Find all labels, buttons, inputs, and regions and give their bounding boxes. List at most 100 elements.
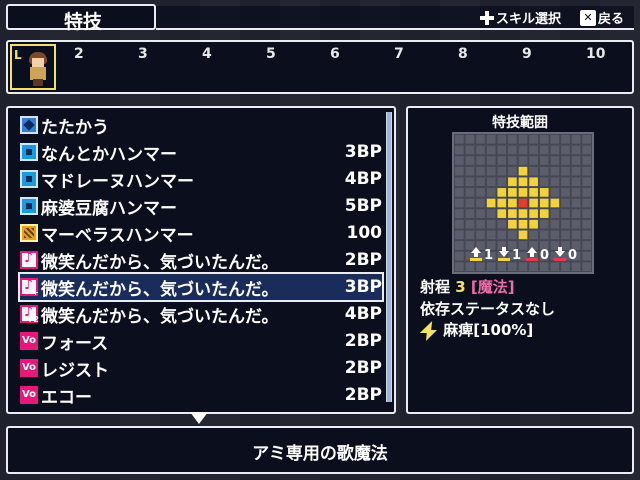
grid-cell [582,219,592,229]
grid-cell [561,188,570,197]
skill-cost: 5BP [344,196,382,216]
grid-cell [454,198,464,208]
grid-cell [486,145,496,155]
back-hint[interactable]: ✕ 戻る [580,8,624,27]
grid-cell [497,219,507,229]
grid-range-cell [518,188,528,197]
grid-cell [497,177,507,187]
grid-cell [582,134,592,144]
grid-cell [497,166,507,176]
skill-row[interactable]: たたかう [20,112,382,138]
range-label: 射程 [420,278,451,296]
grid-cell [582,198,592,208]
grid-center-cell [518,198,528,208]
grid-cell [465,262,475,272]
skill-name: マドレーヌハンマー [41,171,194,192]
party-slot-7[interactable]: 7 [394,46,404,62]
grid-cell [465,209,475,218]
dependency-text: 依存ステータスなし [420,300,556,318]
grid-cell [476,145,485,155]
skill-row[interactable]: マーベラスハンマー 100 [20,220,382,246]
party-slot-9[interactable]: 9 [522,46,532,62]
page-title: 特技 [64,11,103,33]
grid-cell [508,262,517,272]
grid-cell [465,230,475,240]
party-bar: L 2 3 4 5 6 7 8 9 10 [6,40,634,94]
grid-cell [561,198,570,208]
skill-row[interactable]: +2 微笑んだから、気づいたんだ。 4BP [20,301,382,327]
grid-cell [529,134,538,144]
grid-cell [454,209,464,218]
skill-row[interactable]: Vo エコー 2BP [20,382,382,408]
stat-value: 0 [540,248,550,263]
skill-select-label: スキル選択 [496,12,562,27]
skill-row[interactable]: マドレーヌハンマー 4BP [20,166,382,192]
party-slot-8[interactable]: 8 [458,46,468,62]
party-slot-2[interactable]: 2 [74,46,84,62]
party-slot-3[interactable]: 3 [138,46,148,62]
grid-cell [465,156,475,165]
range-value: 3 [455,278,466,296]
grid-range-cell [508,219,517,229]
grid-cell [454,262,464,272]
grid-cell [571,145,581,155]
party-slot-4[interactable]: 4 [202,46,212,62]
grid-cell [497,262,507,272]
skill-row[interactable]: 麻婆豆腐ハンマー 5BP [20,193,382,219]
skill-cost: 4BP [344,304,382,324]
skill-row[interactable]: 微笑んだから、気づいたんだ。 2BP [20,247,382,273]
vo-icon: Vo [20,386,38,404]
grid-cell [486,262,496,272]
grid-cell [550,166,560,176]
description-box: アミ専用の歌魔法 [6,426,634,474]
grid-cell [476,134,485,144]
special-skill-icon [20,224,38,242]
skill-row[interactable]: Vo レジスト 2BP [20,355,382,381]
skill-name: マーベラスハンマー [41,225,194,246]
skill-row-selected[interactable]: + 微笑んだから、気づいたんだ。 3BP [18,272,384,302]
party-slot-1[interactable]: L [10,44,56,90]
hammer-skill-icon [20,197,38,215]
grid-cell [571,134,581,144]
grid-cell [497,230,507,240]
grid-cell [476,262,485,272]
grid-cell [476,209,485,218]
vo-icon: Vo [20,359,38,377]
grid-cell [539,230,549,240]
grid-cell [582,251,592,261]
grid-cell [486,177,496,187]
grid-cell [582,209,592,218]
range-type: [魔法] [470,278,515,296]
grid-cell [571,230,581,240]
grid-range-cell [529,198,538,208]
scroll-down-arrow-icon[interactable] [190,412,208,424]
party-slot-5[interactable]: 5 [266,46,276,62]
grid-cell [497,134,507,144]
grid-cell [529,230,538,240]
grid-cell [561,219,570,229]
party-slot-10[interactable]: 10 [586,46,605,62]
skill-row[interactable]: Vo フォース 2BP [20,328,382,354]
grid-cell [561,209,570,218]
stat-value: 1 [512,248,522,263]
grid-cell [550,145,560,155]
skill-cost: 2BP [344,358,382,378]
grid-cell [550,219,560,229]
grid-cell [465,177,475,187]
sword-skill-icon [20,116,38,134]
skill-row[interactable]: なんとかハンマー 3BP [20,139,382,165]
song-icon [20,250,38,269]
grid-cell [476,177,485,187]
grid-cell [454,134,464,144]
x-button-icon: ✕ [580,9,596,26]
grid-range-cell [508,177,517,187]
party-slot-6[interactable]: 6 [330,46,340,62]
grid-range-cell [518,219,528,229]
grid-cell [529,156,538,165]
grid-cell [561,230,570,240]
skill-level-badge: +2 [26,315,39,324]
stat-value: 0 [568,248,578,263]
grid-cell [454,219,464,229]
grid-cell [465,166,475,176]
scrollbar-thumb[interactable] [387,112,391,402]
